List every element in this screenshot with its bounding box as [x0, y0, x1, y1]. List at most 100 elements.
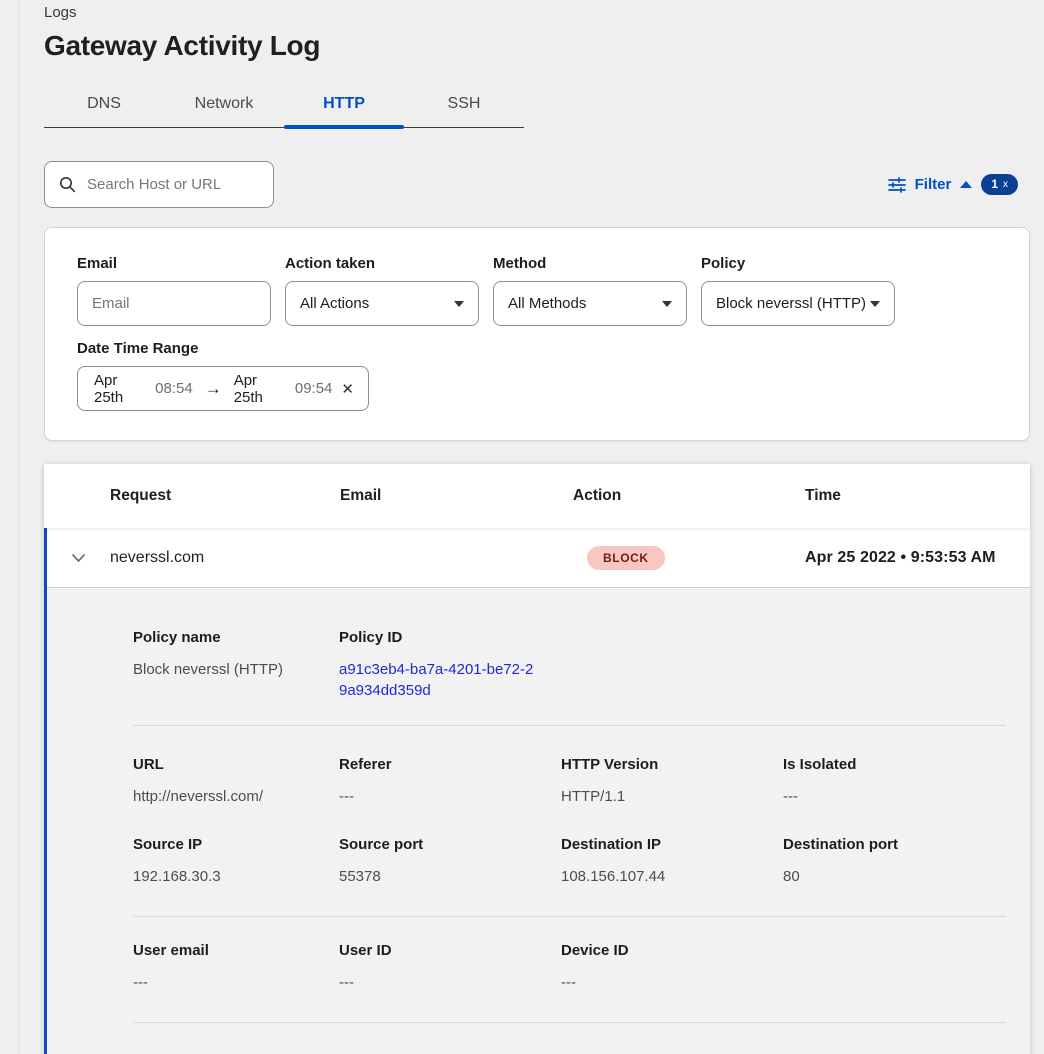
- filter-count: 1: [991, 177, 998, 191]
- method-filter-select[interactable]: All Methods: [493, 281, 687, 326]
- user-id-field: User ID ---: [339, 942, 561, 993]
- range-arrow-icon: →: [205, 379, 222, 399]
- start-time[interactable]: 08:54: [155, 380, 193, 397]
- row-action: BLOCK: [573, 546, 805, 570]
- tab-bar: DNS Network HTTP SSH: [44, 85, 524, 128]
- destination-ip-field: Destination IP 108.156.107.44: [561, 836, 783, 887]
- device-id-field: Device ID ---: [561, 942, 783, 993]
- http-section: URL http://neverssl.com/ Referer --- HTT…: [133, 756, 1006, 807]
- action-filter-select[interactable]: All Actions: [285, 281, 479, 326]
- email-filter-field[interactable]: [77, 281, 271, 326]
- method-filter-value: All Methods: [508, 295, 586, 312]
- toolbar: Filter 1 x: [44, 161, 1030, 208]
- method-filter: Method All Methods: [493, 255, 687, 326]
- http-version-value: HTTP/1.1: [561, 786, 783, 807]
- source-port-value: 55378: [339, 866, 561, 887]
- block-status-badge: BLOCK: [587, 546, 665, 570]
- search-input[interactable]: [87, 176, 261, 193]
- policy-name-value: Block neverssl (HTTP): [133, 659, 339, 680]
- http-version-label: HTTP Version: [561, 756, 783, 773]
- chevron-down-icon: [662, 301, 672, 307]
- url-field: URL http://neverssl.com/: [133, 756, 339, 807]
- search-box[interactable]: [44, 161, 274, 208]
- expanded-row-group: neverssl.com BLOCK Apr 25 2022 • 9:53:53…: [44, 528, 1030, 1054]
- source-ip-value: 192.168.30.3: [133, 866, 339, 887]
- filter-fields: Email Action taken All Actions Method Al…: [77, 255, 997, 326]
- destination-ip-value: 108.156.107.44: [561, 866, 783, 887]
- policy-filter-label: Policy: [701, 255, 895, 272]
- clear-filters-icon[interactable]: x: [1003, 179, 1008, 190]
- chevron-down-icon: [870, 301, 880, 307]
- policy-id-field: Policy ID a91c3eb4-ba7a-4201-be72-29a934…: [339, 629, 561, 701]
- chevron-down-icon: [454, 301, 464, 307]
- collapse-caret-icon[interactable]: [960, 181, 972, 188]
- date-range-picker[interactable]: Apr 25th 08:54 → Apr 25th 09:54 ✕: [77, 366, 369, 411]
- is-isolated-field: Is Isolated ---: [783, 756, 1006, 807]
- method-filter-label: Method: [493, 255, 687, 272]
- tab-ssh[interactable]: SSH: [404, 85, 524, 127]
- filter-count-badge[interactable]: 1 x: [981, 174, 1018, 195]
- source-port-label: Source port: [339, 836, 561, 853]
- user-email-label: User email: [133, 942, 339, 959]
- row-details: Policy name Block neverssl (HTTP) Policy…: [47, 588, 1030, 1054]
- url-value: http://neverssl.com/: [133, 786, 339, 807]
- chevron-down-icon: [71, 553, 86, 563]
- start-date[interactable]: Apr 25th: [94, 372, 146, 406]
- column-email: Email: [340, 487, 573, 505]
- action-filter-label: Action taken: [285, 255, 479, 272]
- http-version-field: HTTP Version HTTP/1.1: [561, 756, 783, 807]
- filter-panel: Email Action taken All Actions Method Al…: [44, 227, 1030, 441]
- referer-field: Referer ---: [339, 756, 561, 807]
- action-filter-value: All Actions: [300, 295, 369, 312]
- filter-sliders-icon: [888, 177, 906, 193]
- table-row[interactable]: neverssl.com BLOCK Apr 25 2022 • 9:53:53…: [47, 528, 1030, 588]
- row-time: Apr 25 2022 • 9:53:53 AM: [805, 549, 1030, 567]
- network-section: Source IP 192.168.30.3 Source port 55378…: [133, 836, 1006, 887]
- is-isolated-value: ---: [783, 786, 1006, 807]
- email-filter-input[interactable]: [92, 295, 256, 312]
- email-filter-label: Email: [77, 255, 271, 272]
- section-divider: [133, 916, 1006, 917]
- policy-filter-select[interactable]: Block neverssl (HTTP): [701, 281, 895, 326]
- row-expander[interactable]: [47, 553, 110, 563]
- column-time: Time: [805, 487, 1030, 505]
- tab-network[interactable]: Network: [164, 85, 284, 127]
- policy-name-field: Policy name Block neverssl (HTTP): [133, 629, 339, 701]
- policy-filter: Policy Block neverssl (HTTP): [701, 255, 895, 326]
- source-ip-label: Source IP: [133, 836, 339, 853]
- column-action: Action: [573, 487, 805, 505]
- device-id-value: ---: [561, 972, 783, 993]
- tab-dns[interactable]: DNS: [44, 85, 164, 127]
- policy-section: Policy name Block neverssl (HTTP) Policy…: [133, 629, 1006, 701]
- tab-http[interactable]: HTTP: [284, 85, 404, 127]
- page-left-divider: [18, 0, 19, 1054]
- date-range-label: Date Time Range: [77, 340, 997, 357]
- page-title: Gateway Activity Log: [44, 30, 1030, 62]
- clear-date-icon[interactable]: ✕: [341, 380, 354, 398]
- source-port-field: Source port 55378: [339, 836, 561, 887]
- policy-id-label: Policy ID: [339, 629, 561, 646]
- device-id-label: Device ID: [561, 942, 783, 959]
- policy-id-link[interactable]: a91c3eb4-ba7a-4201-be72-29a934dd359d: [339, 659, 539, 701]
- end-date[interactable]: Apr 25th: [234, 372, 286, 406]
- column-request: Request: [110, 487, 340, 505]
- action-filter: Action taken All Actions: [285, 255, 479, 326]
- filter-toggle[interactable]: Filter: [915, 176, 952, 193]
- destination-port-label: Destination port: [783, 836, 1006, 853]
- end-time[interactable]: 09:54: [295, 380, 333, 397]
- search-icon: [59, 176, 76, 193]
- breadcrumb[interactable]: Logs: [44, 0, 77, 21]
- table-header: Request Email Action Time: [44, 464, 1030, 528]
- referer-label: Referer: [339, 756, 561, 773]
- section-divider: [133, 725, 1006, 726]
- policy-filter-value: Block neverssl (HTTP): [716, 295, 866, 312]
- policy-name-label: Policy name: [133, 629, 339, 646]
- gateway-activity-log-page: Logs Gateway Activity Log DNS Network HT…: [44, 0, 1030, 1054]
- user-id-label: User ID: [339, 942, 561, 959]
- user-section: User email --- User ID --- Device ID ---: [133, 942, 1006, 993]
- destination-port-field: Destination port 80: [783, 836, 1006, 887]
- activity-table: Request Email Action Time neverssl.com B…: [44, 464, 1030, 1054]
- source-ip-field: Source IP 192.168.30.3: [133, 836, 339, 887]
- is-isolated-label: Is Isolated: [783, 756, 1006, 773]
- destination-ip-label: Destination IP: [561, 836, 783, 853]
